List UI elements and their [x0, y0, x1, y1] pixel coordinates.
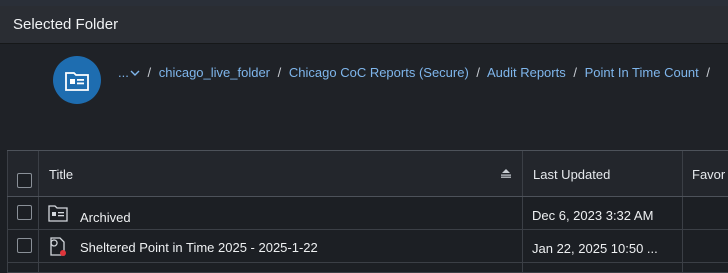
row-checkbox[interactable]: [17, 205, 32, 220]
column-header-last-updated[interactable]: Last Updated: [523, 151, 683, 196]
folder-avatar: [53, 56, 101, 104]
content-table: Title Last Updated Favor Archived Dec 6,…: [7, 150, 728, 273]
row-date-cell: Jan 22, 2025 10:50 ...: [523, 230, 683, 262]
sort-icon[interactable]: [500, 168, 512, 178]
breadcrumb-overflow-label: ...: [118, 65, 129, 80]
folder-icon: [48, 205, 68, 222]
row-last-updated: Dec 6, 2023 3:32 AM: [532, 208, 654, 223]
column-favorite-label: Favor: [692, 167, 726, 182]
row-select-cell: [7, 263, 39, 272]
select-all-checkbox[interactable]: [17, 173, 32, 188]
row-checkbox[interactable]: [17, 238, 32, 253]
breadcrumb-separator: /: [706, 65, 711, 80]
row-title-cell[interactable]: Archived: [39, 197, 523, 229]
row-title: Archived: [80, 210, 131, 225]
row-date-cell: [523, 263, 683, 272]
breadcrumb-separator: /: [476, 65, 481, 80]
row-favorite-cell[interactable]: [683, 197, 728, 229]
row-last-updated: Jan 22, 2025 10:50 ...: [532, 241, 658, 256]
panel-title: Selected Folder: [13, 16, 119, 33]
breadcrumb-overflow-menu[interactable]: ...: [118, 65, 140, 80]
breadcrumb-item-audit-reports[interactable]: Audit Reports: [487, 65, 566, 80]
folder-card-icon: [65, 72, 89, 91]
table-row[interactable]: Archived Dec 6, 2023 3:32 AM: [7, 197, 728, 230]
breadcrumb-separator: /: [573, 65, 577, 80]
breadcrumb-item-point-in-time-count[interactable]: Point In Time Count: [585, 65, 699, 80]
header-select-cell: [7, 151, 39, 196]
row-favorite-cell[interactable]: [683, 230, 728, 262]
chevron-down-icon: [130, 70, 140, 77]
breadcrumb-item-chicago-live-folder[interactable]: chicago_live_folder: [159, 65, 270, 80]
table-row-partial: [7, 263, 728, 273]
row-title-cell: [39, 263, 523, 272]
breadcrumb: ... / chicago_live_folder / Chicago CoC …: [118, 65, 714, 80]
row-favorite-cell: [683, 263, 728, 272]
column-title-label: Title: [49, 167, 74, 182]
folder-path-bar: ... / chicago_live_folder / Chicago CoC …: [0, 44, 728, 150]
column-header-favorite[interactable]: Favor: [683, 151, 728, 196]
table-header-row: Title Last Updated Favor: [7, 151, 728, 197]
row-title-cell[interactable]: Sheltered Point in Time 2025 - 2025-1-22: [39, 230, 523, 262]
column-header-title[interactable]: Title: [39, 151, 523, 196]
report-icon: [50, 237, 66, 256]
breadcrumb-separator: /: [147, 65, 152, 80]
row-select-cell: [7, 230, 39, 262]
row-date-cell: Dec 6, 2023 3:32 AM: [523, 197, 683, 229]
row-select-cell: [7, 197, 39, 229]
breadcrumb-separator: /: [277, 65, 282, 80]
panel-header: Selected Folder: [0, 6, 728, 44]
table-row[interactable]: Sheltered Point in Time 2025 - 2025-1-22…: [7, 230, 728, 263]
column-last-updated-label: Last Updated: [533, 167, 611, 182]
row-title: Sheltered Point in Time 2025 - 2025-1-22: [80, 240, 318, 255]
breadcrumb-item-chicago-coc-reports[interactable]: Chicago CoC Reports (Secure): [289, 65, 469, 80]
